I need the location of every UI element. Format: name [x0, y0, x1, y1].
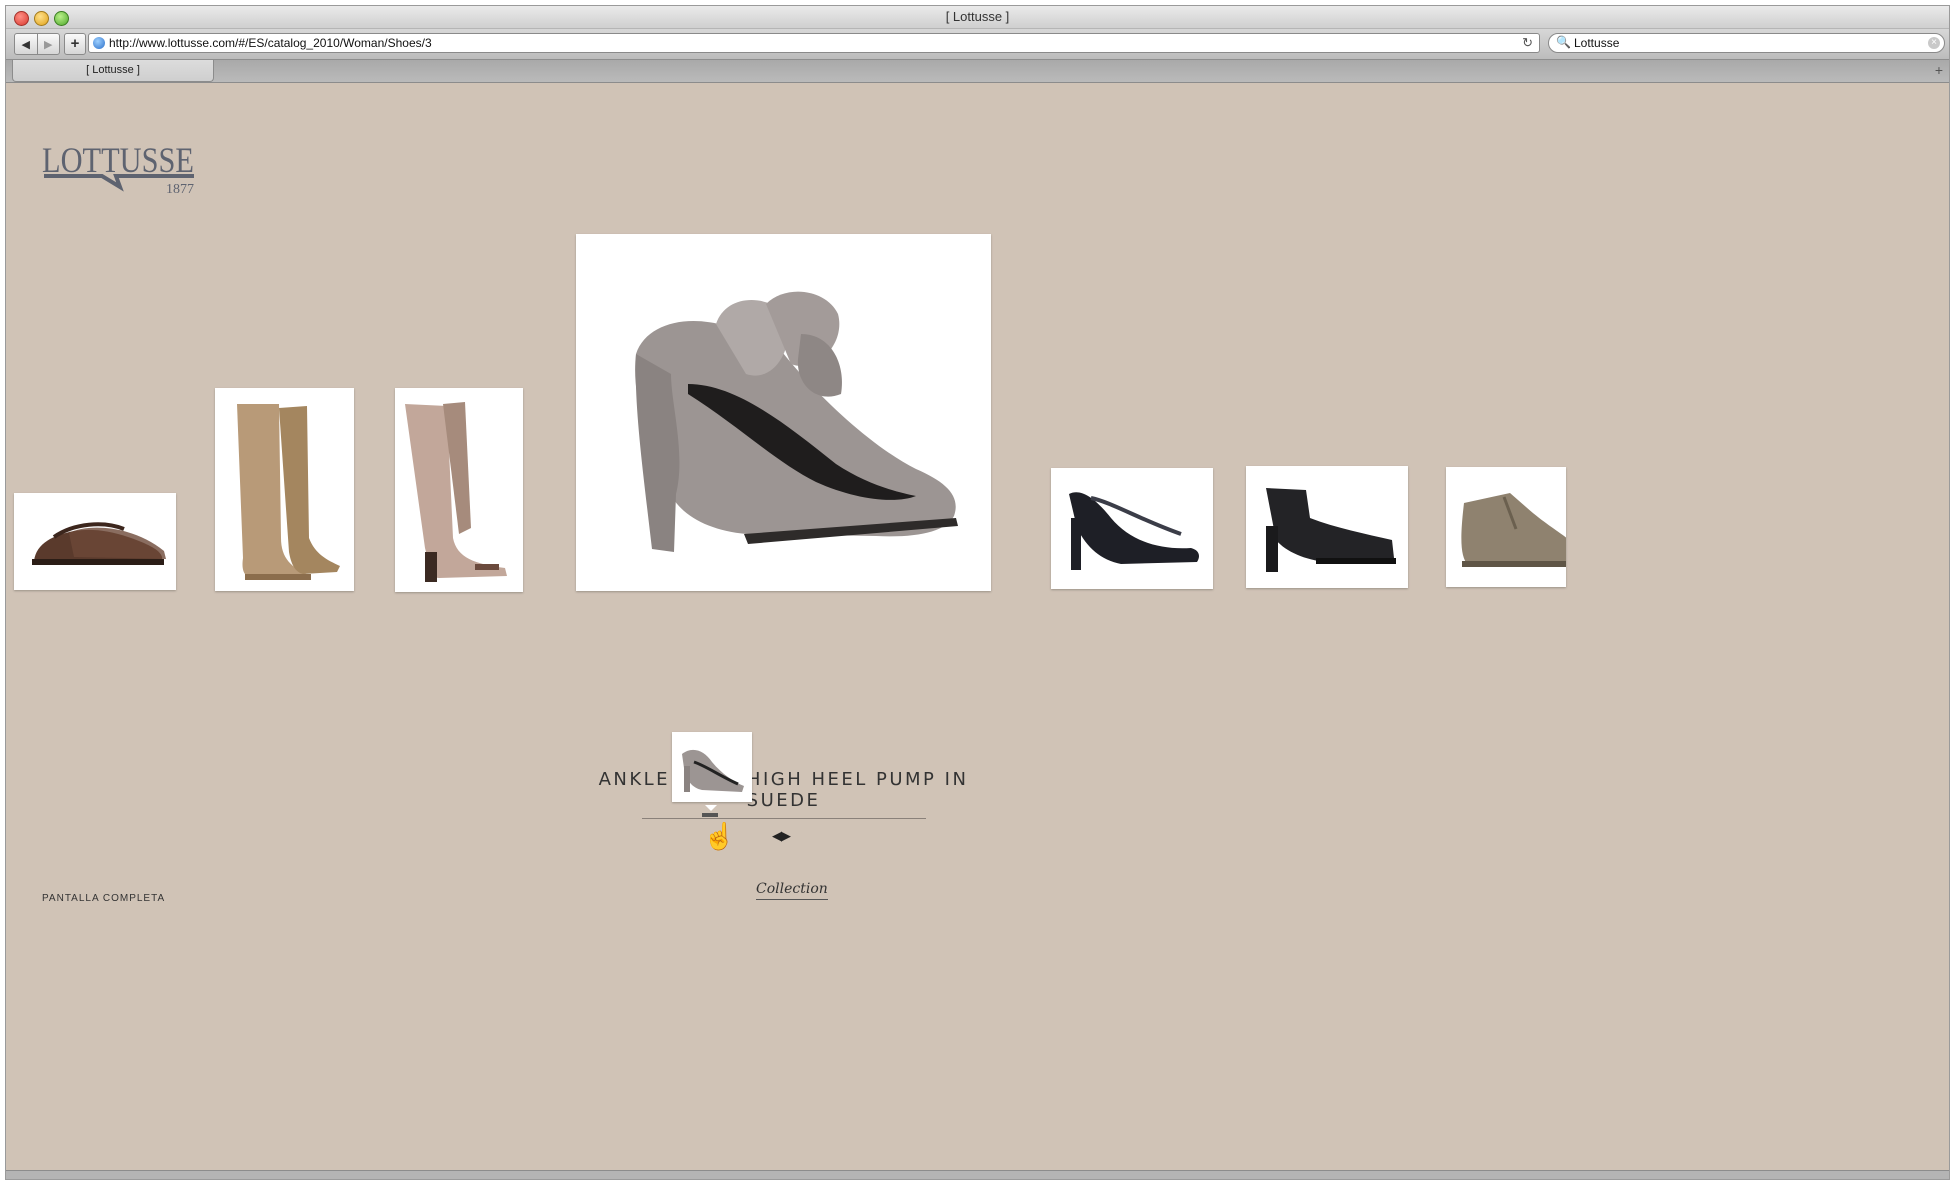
- search-value[interactable]: Lottusse: [1574, 36, 1619, 50]
- tab-lottusse[interactable]: [ Lottusse ]: [12, 60, 214, 82]
- plus-icon: +: [70, 35, 80, 52]
- prev-next-arrows-icon[interactable]: ◀▶: [772, 828, 791, 844]
- window-title: [ Lottusse ]: [945, 9, 1010, 24]
- product-thumb-brogue[interactable]: [14, 493, 176, 590]
- reload-icon[interactable]: ↻: [1522, 35, 1533, 51]
- black-pump-image: [1069, 492, 1199, 570]
- slider-preview-image: [682, 749, 744, 792]
- catalog-slider-handle[interactable]: [702, 813, 718, 817]
- product-thumb-ankle-bootie[interactable]: [1246, 466, 1408, 588]
- fullscreen-link[interactable]: PANTALLA COMPLETA: [42, 893, 165, 904]
- product-thumb-lace-up-sneaker[interactable]: [1446, 467, 1566, 587]
- product-thumb-black-pump[interactable]: [1051, 468, 1213, 589]
- suede-pump-image: [635, 291, 958, 552]
- tab-bar: [ Lottusse ] +: [6, 60, 1949, 83]
- browser-window: [ Lottusse ] ◀ ▶ + http://www.lottusse.c…: [5, 5, 1950, 1180]
- title-bar: [ Lottusse ]: [6, 6, 1949, 29]
- back-arrow-icon: ◀: [21, 38, 30, 51]
- search-icon: 🔍: [1556, 35, 1571, 49]
- address-bar[interactable]: http://www.lottusse.com/#/ES/catalog_201…: [88, 33, 1540, 53]
- brand-year: 1877: [166, 182, 194, 197]
- url-text[interactable]: http://www.lottusse.com/#/ES/catalog_201…: [109, 36, 432, 50]
- globe-icon: [93, 37, 105, 49]
- hand-cursor-icon: ☝: [703, 821, 736, 851]
- forward-arrow-icon: ▶: [44, 38, 53, 51]
- brogue-shoe-image: [32, 522, 166, 565]
- clear-search-icon[interactable]: ×: [1928, 37, 1940, 49]
- new-tab-icon[interactable]: +: [1935, 62, 1943, 78]
- collection-link[interactable]: Collection: [756, 881, 828, 900]
- lottusse-logo[interactable]: LOTTUSSE 1877: [42, 138, 202, 198]
- ankle-bootie-image: [1266, 488, 1396, 572]
- catalog-slider-track[interactable]: [642, 818, 926, 819]
- status-bar: [6, 1170, 1949, 1179]
- product-thumb-heeled-boot[interactable]: [395, 388, 523, 592]
- add-bookmark-button[interactable]: +: [64, 33, 86, 55]
- product-thumb-tall-suede-boot[interactable]: [215, 388, 354, 591]
- browser-toolbar: ◀ ▶ + http://www.lottusse.com/#/ES/catal…: [6, 29, 1949, 60]
- product-title: ANKLE KNOT HIGH HEEL PUMP IN SUEDE: [598, 769, 969, 811]
- back-button[interactable]: ◀: [15, 34, 37, 54]
- catalog-page: LOTTUSSE 1877 ANKLE KNOT HIGH HEEL PUMP …: [6, 83, 1949, 1173]
- heeled-boot-image: [405, 402, 507, 582]
- search-field[interactable]: 🔍 Lottusse ×: [1548, 33, 1945, 53]
- preview-pointer: [705, 805, 717, 811]
- slider-preview-thumb[interactable]: [672, 732, 752, 802]
- lace-up-sneaker-image: [1461, 493, 1566, 567]
- featured-product-image[interactable]: [576, 234, 991, 591]
- history-buttons: ◀ ▶: [14, 33, 60, 55]
- forward-button[interactable]: ▶: [36, 34, 60, 54]
- suede-boot-image: [237, 404, 340, 580]
